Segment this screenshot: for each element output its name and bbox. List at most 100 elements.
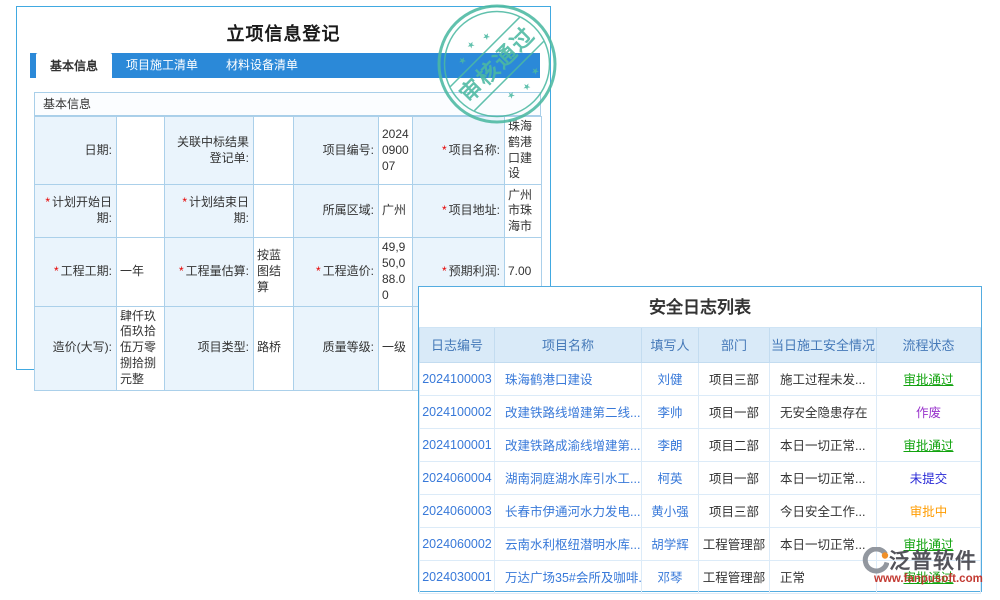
field-value[interactable]: 一年	[117, 238, 165, 306]
log-id-link-cell[interactable]: 2024060003	[420, 494, 495, 527]
log-id-link[interactable]: 2024100003	[422, 372, 492, 386]
flow-status-cell[interactable]: 未提交	[877, 461, 981, 494]
required-asterisk: *	[442, 203, 447, 217]
log-id-link-cell[interactable]: 2024060002	[420, 527, 495, 560]
field-value[interactable]	[254, 117, 294, 185]
required-asterisk: *	[179, 264, 184, 278]
writer-link-cell[interactable]: 柯英	[642, 461, 699, 494]
form-row: *计划开始日期:*计划结束日期:所属区域:广州*项目地址:广州市珠海市	[35, 185, 542, 238]
field-value[interactable]: 广州市珠海市	[505, 185, 542, 238]
field-value[interactable]	[254, 185, 294, 238]
writer-link-cell[interactable]: 刘健	[642, 362, 699, 395]
writer-link-cell[interactable]: 胡学辉	[642, 527, 699, 560]
department-cell: 工程管理部	[699, 527, 770, 560]
project-name-link[interactable]: 改建铁路成渝线增建第...	[505, 439, 640, 453]
safety-situation-cell: 本日一切正常...	[770, 461, 877, 494]
field-value[interactable]: 49,950,088.00	[379, 238, 413, 306]
field-label: *工程造价:	[294, 238, 379, 306]
column-header: 部门	[699, 328, 770, 362]
project-name-link[interactable]: 云南水利枢纽潜明水库...	[505, 538, 640, 552]
project-name-link-cell[interactable]: 珠海鹤港口建设	[495, 362, 642, 395]
writer-link[interactable]: 李朗	[657, 439, 682, 453]
field-value[interactable]: 珠海鹤港口建设	[505, 117, 542, 185]
log-id-link[interactable]: 2024030001	[422, 570, 492, 584]
flow-status-cell[interactable]: 审批通过	[877, 362, 981, 395]
safety-log-title: 安全日志列表	[419, 287, 981, 328]
field-value[interactable]: 2024090007	[379, 117, 413, 185]
log-id-link[interactable]: 2024100002	[422, 405, 492, 419]
table-row: 2024100003 珠海鹤港口建设 刘健 项目三部施工过程未发...审批通过	[420, 362, 981, 395]
tab-0[interactable]: 基本信息	[36, 53, 112, 82]
vendor-url: www.fanpusoft.com	[874, 573, 983, 585]
project-name-link[interactable]: 湖南洞庭湖水库引水工...	[505, 472, 640, 486]
department-cell: 项目三部	[699, 494, 770, 527]
log-id-link-cell[interactable]: 2024100002	[420, 395, 495, 428]
flow-status-cell[interactable]: 作废	[877, 395, 981, 428]
log-id-link-cell[interactable]: 2024100001	[420, 428, 495, 461]
field-value[interactable]: 一级	[379, 306, 413, 390]
required-asterisk: *	[316, 264, 321, 278]
section-header: 基本信息	[34, 92, 541, 116]
tab-1[interactable]: 项目施工清单	[112, 53, 212, 78]
project-name-link[interactable]: 万达广场35#会所及咖啡...	[505, 571, 642, 585]
writer-link-cell[interactable]: 李帅	[642, 395, 699, 428]
field-label: *计划结束日期:	[165, 185, 254, 238]
project-name-link-cell[interactable]: 长春市伊通河水力发电...	[495, 494, 642, 527]
table-row: 2024060004湖南洞庭湖水库引水工...柯英项目一部本日一切正常...未提…	[420, 461, 981, 494]
project-name-link-cell[interactable]: 改建铁路线增建第二线...	[495, 395, 642, 428]
project-name-link[interactable]: 改建铁路线增建第二线...	[505, 406, 640, 420]
writer-link[interactable]: 胡学辉	[651, 538, 689, 552]
log-id-link[interactable]: 2024100001	[422, 438, 492, 452]
field-value[interactable]: 广州	[379, 185, 413, 238]
field-value[interactable]: 路桥	[254, 306, 294, 390]
log-id-link-cell[interactable]: 2024060004	[420, 461, 495, 494]
writer-link[interactable]: 刘健	[657, 373, 682, 387]
field-value[interactable]: 肆仟玖佰玖拾伍万零捌拾捌元整	[117, 306, 165, 390]
field-value[interactable]	[117, 185, 165, 238]
vendor-watermark: 泛普软件 www.fanpusoft.com	[862, 545, 983, 585]
project-name-link-cell[interactable]: 万达广场35#会所及咖啡...	[495, 560, 642, 593]
project-name-link-cell[interactable]: 湖南洞庭湖水库引水工...	[495, 461, 642, 494]
field-label: 质量等级:	[294, 306, 379, 390]
writer-link[interactable]: 黄小强	[651, 505, 689, 519]
project-name-link-cell[interactable]: 云南水利枢纽潜明水库...	[495, 527, 642, 560]
department-cell: 项目三部	[699, 362, 770, 395]
project-name-link[interactable]: 长春市伊通河水力发电...	[505, 505, 640, 519]
safety-situation-cell: 今日安全工作...	[770, 494, 877, 527]
writer-link[interactable]: 柯英	[657, 472, 682, 486]
writer-link-cell[interactable]: 邓琴	[642, 560, 699, 593]
vendor-brand-name: 泛普软件	[889, 545, 977, 575]
project-name-link[interactable]: 珠海鹤港口建设	[505, 373, 593, 387]
form-row: 日期:关联中标结果登记单:项目编号:2024090007*项目名称:珠海鹤港口建…	[35, 117, 542, 185]
field-label: *工程工期:	[35, 238, 117, 306]
required-asterisk: *	[182, 195, 187, 209]
field-value[interactable]: 按蓝图结算	[254, 238, 294, 306]
log-id-link[interactable]: 2024060003	[422, 504, 492, 518]
tab-2[interactable]: 材料设备清单	[212, 53, 312, 78]
safety-situation-cell: 本日一切正常...	[770, 527, 877, 560]
flow-status-cell[interactable]: 审批中	[877, 494, 981, 527]
department-cell: 项目二部	[699, 428, 770, 461]
flow-status-cell[interactable]: 审批通过	[877, 428, 981, 461]
field-value[interactable]	[117, 117, 165, 185]
writer-link-cell[interactable]: 黄小强	[642, 494, 699, 527]
field-label: *项目名称:	[413, 117, 505, 185]
log-id-link-cell[interactable]: 2024100003	[420, 362, 495, 395]
writer-link-cell[interactable]: 李朗	[642, 428, 699, 461]
log-id-link[interactable]: 2024060002	[422, 537, 492, 551]
writer-link[interactable]: 李帅	[657, 406, 682, 420]
required-asterisk: *	[45, 195, 50, 209]
field-label: 项目类型:	[165, 306, 254, 390]
log-id-link-cell[interactable]: 2024030001	[420, 560, 495, 593]
table-row: 2024100002改建铁路线增建第二线...李帅项目一部无安全隐患存在作废	[420, 395, 981, 428]
fanpu-logo-icon	[862, 547, 889, 574]
log-id-link[interactable]: 2024060004	[422, 471, 492, 485]
safety-situation-cell: 施工过程未发...	[770, 362, 877, 395]
project-name-link-cell[interactable]: 改建铁路成渝线增建第...	[495, 428, 642, 461]
table-row: 2024100001改建铁路成渝线增建第...李朗项目二部本日一切正常...审批…	[420, 428, 981, 461]
required-asterisk: *	[442, 264, 447, 278]
field-label: 造价(大写):	[35, 306, 117, 390]
column-header: 日志编号	[420, 328, 495, 362]
field-label: *项目地址:	[413, 185, 505, 238]
writer-link[interactable]: 邓琴	[657, 571, 682, 585]
